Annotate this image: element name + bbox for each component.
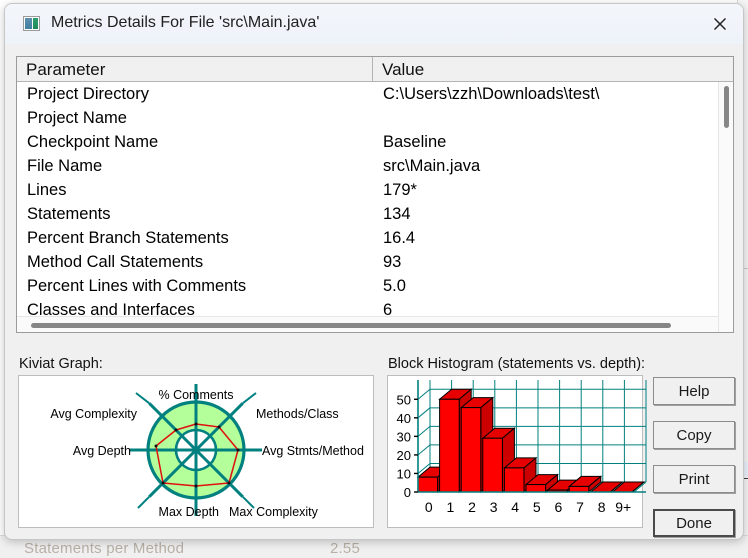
print-button[interactable]: Print [653, 465, 735, 493]
table-row[interactable]: File Name src\Main.java [17, 154, 733, 178]
table-row[interactable]: Checkpoint Name Baseline [17, 130, 733, 154]
copy-button[interactable]: Copy [653, 421, 735, 449]
kiviat-graph-chart: % Comments Methods/Class Avg Stmts/Metho… [50, 384, 364, 519]
cell-parameter: Statements [27, 204, 111, 223]
table-vertical-scroll-thumb[interactable] [724, 86, 729, 128]
histogram-x-tick: 3 [490, 499, 498, 515]
kiviat-axis-label-avg-complexity: Avg Complexity [50, 407, 137, 421]
histogram-x-tick: 2 [468, 499, 476, 515]
table-row[interactable]: Lines 179* [17, 178, 733, 202]
column-header-value[interactable]: Value [373, 57, 733, 81]
cell-parameter: Project Name [27, 108, 127, 127]
table-row[interactable]: Statements 134 [17, 202, 733, 226]
cell-value: 93 [383, 252, 402, 271]
close-icon[interactable] [697, 4, 743, 43]
cell-parameter: Checkpoint Name [27, 132, 159, 151]
title-bar: Metrics Details For File 'src\Main.java' [5, 4, 743, 45]
table-header-row: Parameter Value [17, 57, 733, 82]
column-header-parameter[interactable]: Parameter [17, 57, 373, 81]
done-button[interactable]: Done [653, 509, 735, 537]
kiviat-axis-label-methods-class: Methods/Class [256, 407, 339, 421]
kiviat-axis-label-comments: % Comments [158, 388, 233, 402]
cell-value: Baseline [383, 132, 447, 151]
background-text-right: 2.55 [330, 540, 360, 557]
cell-parameter: File Name [27, 156, 103, 175]
histogram-x-tick: 0 [425, 499, 433, 515]
histogram-x-tick: 5 [533, 499, 541, 515]
histogram-x-tick: 7 [576, 499, 584, 515]
table-row[interactable]: Method Call Statements 93 [17, 250, 733, 274]
cell-parameter: Method Call Statements [27, 252, 204, 271]
histogram-x-tick: 4 [511, 499, 519, 515]
cell-value: 16.4 [383, 228, 416, 247]
cell-value: src\Main.java [383, 156, 481, 175]
table-body: Project Directory C:\Users\zzh\Downloads\… [17, 82, 733, 322]
histogram-y-tick: 50 [397, 392, 411, 407]
table-row[interactable]: Project Name [17, 106, 733, 130]
histogram-x-tick: 9+ [615, 499, 631, 515]
help-button[interactable]: Help [653, 377, 735, 405]
kiviat-axis-label-avg-depth: Avg Depth [73, 444, 131, 458]
cell-parameter: Lines [27, 180, 67, 199]
histogram-y-tick: 10 [397, 466, 411, 481]
kiviat-axis-label-max-depth: Max Depth [159, 505, 219, 519]
block-histogram-panel: 0 10 20 30 40 50 0 1 2 3 4 5 6 7 8 9+ [387, 375, 647, 528]
kiviat-axis-label-max-complexity: Max Complexity [229, 505, 319, 519]
table-row[interactable]: Project Directory C:\Users\zzh\Downloads\… [17, 82, 733, 106]
histogram-x-tick: 6 [555, 499, 563, 515]
block-histogram-label: Block Histogram (statements vs. depth): [388, 356, 646, 372]
metrics-image-icon [23, 16, 40, 31]
histogram-y-tick: 40 [397, 411, 411, 426]
table-row[interactable]: Percent Branch Statements 16.4 [17, 226, 733, 250]
cell-parameter: Percent Lines with Comments [27, 276, 247, 295]
kiviat-axis-label-avg-stmts: Avg Stmts/Method [262, 444, 364, 458]
table-horizontal-scrollbar[interactable] [17, 316, 718, 332]
cell-value: 5.0 [383, 276, 406, 295]
cell-parameter: Percent Branch Statements [27, 228, 229, 247]
table-vertical-scrollbar[interactable] [718, 82, 733, 332]
histogram-x-tick: 8 [598, 499, 606, 515]
table-row[interactable]: Percent Lines with Comments 5.0 [17, 274, 733, 298]
metrics-table: Parameter Value Project Directory C:\User… [16, 56, 734, 333]
cell-value: 134 [383, 204, 411, 223]
kiviat-graph-label: Kiviat Graph: [19, 356, 103, 372]
background-text-left: Statements per Method [24, 540, 185, 557]
histogram-y-tick: 0 [404, 485, 411, 500]
cell-parameter: Project Directory [27, 84, 149, 103]
cell-value: 179* [383, 180, 417, 199]
table-horizontal-scroll-thumb[interactable] [31, 323, 671, 328]
metrics-details-dialog: Metrics Details For File 'src\Main.java'… [4, 3, 744, 540]
histogram-x-tick: 1 [447, 499, 455, 515]
block-histogram-chart: 010203040500 1 2 3 4 5 6 7 8 9+ [397, 380, 647, 515]
histogram-y-tick: 20 [397, 448, 411, 463]
cell-value: C:\Users\zzh\Downloads\test\ [383, 84, 600, 103]
histogram-y-tick: 30 [397, 429, 411, 444]
window-title: Metrics Details For File 'src\Main.java' [51, 14, 320, 31]
kiviat-graph-panel: % Comments Methods/Class Avg Stmts/Metho… [18, 375, 374, 528]
